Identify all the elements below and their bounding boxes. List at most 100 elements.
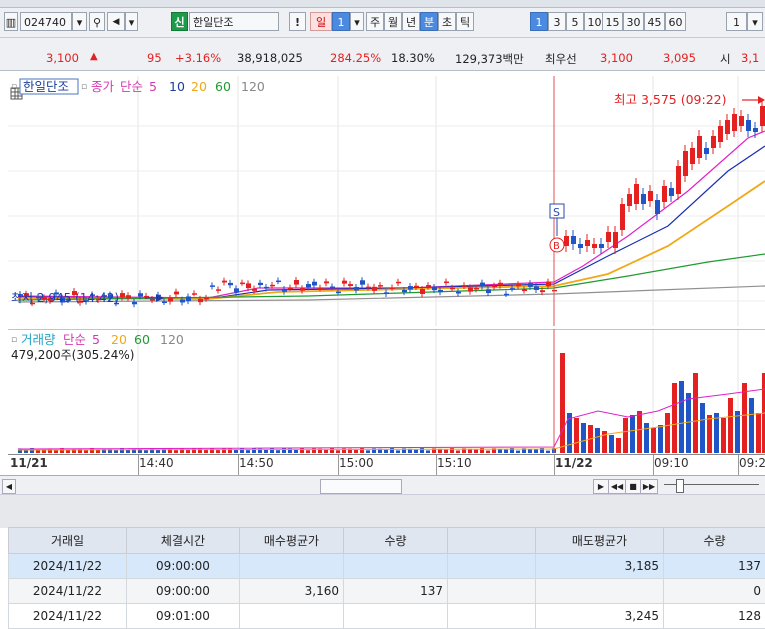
axis-label-0920: 09:2 xyxy=(739,456,765,470)
zoom-slider-handle[interactable] xyxy=(676,479,684,493)
buy-signal-marker[interactable]: B xyxy=(550,238,564,252)
best-bid-label: 최우선 xyxy=(545,51,577,67)
volume-bar xyxy=(108,448,112,453)
minute-3-button[interactable]: 3 xyxy=(548,12,566,31)
candle-body xyxy=(312,282,317,286)
axis-label-1440: 14:40 xyxy=(139,456,174,470)
volume-bar xyxy=(204,450,208,453)
legend-ma10: 10 xyxy=(169,79,185,94)
rewind-icon[interactable]: ◀◀ xyxy=(608,479,626,494)
header-exec-time[interactable]: 체결시간 xyxy=(127,528,240,554)
header-buy-avg[interactable]: 매수평균가 xyxy=(240,528,344,554)
volume-bar xyxy=(516,451,520,453)
volume-bar xyxy=(300,448,304,453)
stock-code-input[interactable]: 024740 xyxy=(20,12,72,31)
candle-body xyxy=(606,232,611,242)
cell-blank xyxy=(448,604,536,629)
candle-body xyxy=(690,148,695,164)
candle-body xyxy=(132,302,137,304)
candle-body xyxy=(354,287,359,290)
alert-button[interactable]: ! xyxy=(289,12,306,31)
volume-bar xyxy=(156,450,160,453)
volume-bar xyxy=(528,449,532,453)
forward-icon[interactable]: ▶▶ xyxy=(640,479,658,494)
header-buy-qty[interactable]: 수량 xyxy=(344,528,448,554)
scroll-left-icon[interactable]: ◀︎ xyxy=(2,479,16,494)
volume-ma-label: 단순 xyxy=(63,332,86,347)
candle-body xyxy=(246,283,251,288)
header-sell-avg[interactable]: 매도평균가 xyxy=(536,528,664,554)
current-price: 3,100 xyxy=(46,51,79,65)
right-number-field[interactable]: 1 xyxy=(726,12,747,31)
period-3-button[interactable]: 분 xyxy=(420,12,438,31)
scroll-thumb[interactable] xyxy=(320,479,402,494)
candle-body xyxy=(198,299,203,302)
candle-body xyxy=(634,184,639,204)
period-0-button[interactable]: 주 xyxy=(366,12,384,31)
minute-5-button[interactable]: 5 xyxy=(566,12,584,31)
period-2-button[interactable]: 년 xyxy=(402,12,420,31)
change-percent: +3.16% xyxy=(175,51,221,65)
volume-bar xyxy=(366,450,370,453)
volume-bar xyxy=(637,411,642,453)
volume-chart[interactable]: ▫ 거래량 단순 5 20 60 120 479,200주(305.24%) xyxy=(8,329,765,453)
table-row[interactable]: 2024/11/22 09:00:00 3,185 137 xyxy=(9,554,765,579)
period-5-button[interactable]: 틱 xyxy=(456,12,474,31)
header-trade-date[interactable]: 거래일 xyxy=(9,528,127,554)
candle-body xyxy=(120,293,125,298)
candle-body xyxy=(620,204,625,230)
candle-body xyxy=(592,244,597,248)
legend-ma60: 60 xyxy=(215,79,231,94)
minute-45-button[interactable]: 45 xyxy=(644,12,665,31)
candle-body xyxy=(216,289,221,291)
candle-body xyxy=(372,287,377,291)
candle-body xyxy=(627,194,632,206)
minute-15-button[interactable]: 15 xyxy=(602,12,623,31)
candle-body xyxy=(510,288,515,290)
stop-icon[interactable]: ■ xyxy=(625,479,641,494)
stock-name-field[interactable]: 한일단조 xyxy=(189,12,279,31)
chart-scrollbar[interactable]: ◀︎ ▶︎ ◀◀ ■ ▶▶ xyxy=(0,475,765,495)
legend-ma-label: 단순 xyxy=(120,79,143,94)
play-icon[interactable]: ▶︎ xyxy=(593,479,609,494)
candle-body xyxy=(390,287,395,289)
period-dropdown-icon[interactable]: ▾ xyxy=(350,12,364,31)
right-dropdown-icon[interactable]: ▾ xyxy=(747,12,763,31)
volume-bar xyxy=(672,383,677,453)
minute-30-button[interactable]: 30 xyxy=(623,12,644,31)
price-change: 95 xyxy=(147,51,162,65)
svg-text:B: B xyxy=(553,241,560,252)
axis-label-date1: 11/21 xyxy=(10,456,48,470)
code-dropdown-icon[interactable]: ▾ xyxy=(72,12,87,31)
table-row[interactable]: 2024/11/22 09:00:00 3,160 137 0 xyxy=(9,579,765,604)
candle-body xyxy=(282,289,287,292)
sell-signal-marker[interactable]: S xyxy=(550,204,564,236)
table-row[interactable]: 2024/11/22 09:01:00 3,245 128 xyxy=(9,604,765,629)
period-1-button[interactable]: 월 xyxy=(384,12,402,31)
cell-buy-avg xyxy=(240,604,344,629)
header-blank[interactable] xyxy=(448,528,536,554)
candle-body xyxy=(486,289,491,293)
candle-body xyxy=(504,294,509,296)
minute-1-button[interactable]: 1 xyxy=(530,12,548,31)
legend-stock-name: 한일단조 xyxy=(23,79,69,94)
volume-bar xyxy=(336,450,340,453)
period-number-field[interactable]: 1 xyxy=(332,12,350,31)
volume-bar xyxy=(102,449,106,453)
prev-stock-icon[interactable]: ◀︎ xyxy=(107,12,125,31)
minute-60-button[interactable]: 60 xyxy=(665,12,686,31)
volume-bar xyxy=(360,448,364,453)
price-chart[interactable]: ▫ 한일단조 ▫ 종가 단순 5 10 20 60 120 최고 3,575 (… xyxy=(8,76,765,326)
candle-body xyxy=(753,128,758,132)
candle-body xyxy=(210,285,215,287)
prev-dropdown-icon[interactable]: ▾ xyxy=(125,12,138,31)
period-4-button[interactable]: 초 xyxy=(438,12,456,31)
layout-icon[interactable]: ▥ xyxy=(4,12,18,31)
search-icon[interactable]: ⚲ xyxy=(89,12,105,31)
candle-body xyxy=(432,287,437,290)
axis-label-date2: 11/22 xyxy=(555,456,593,470)
period-day-button[interactable]: 일 xyxy=(310,12,332,31)
header-sell-qty[interactable]: 수량 xyxy=(664,528,765,554)
candle-body xyxy=(396,282,401,284)
volume-bar xyxy=(546,451,550,453)
